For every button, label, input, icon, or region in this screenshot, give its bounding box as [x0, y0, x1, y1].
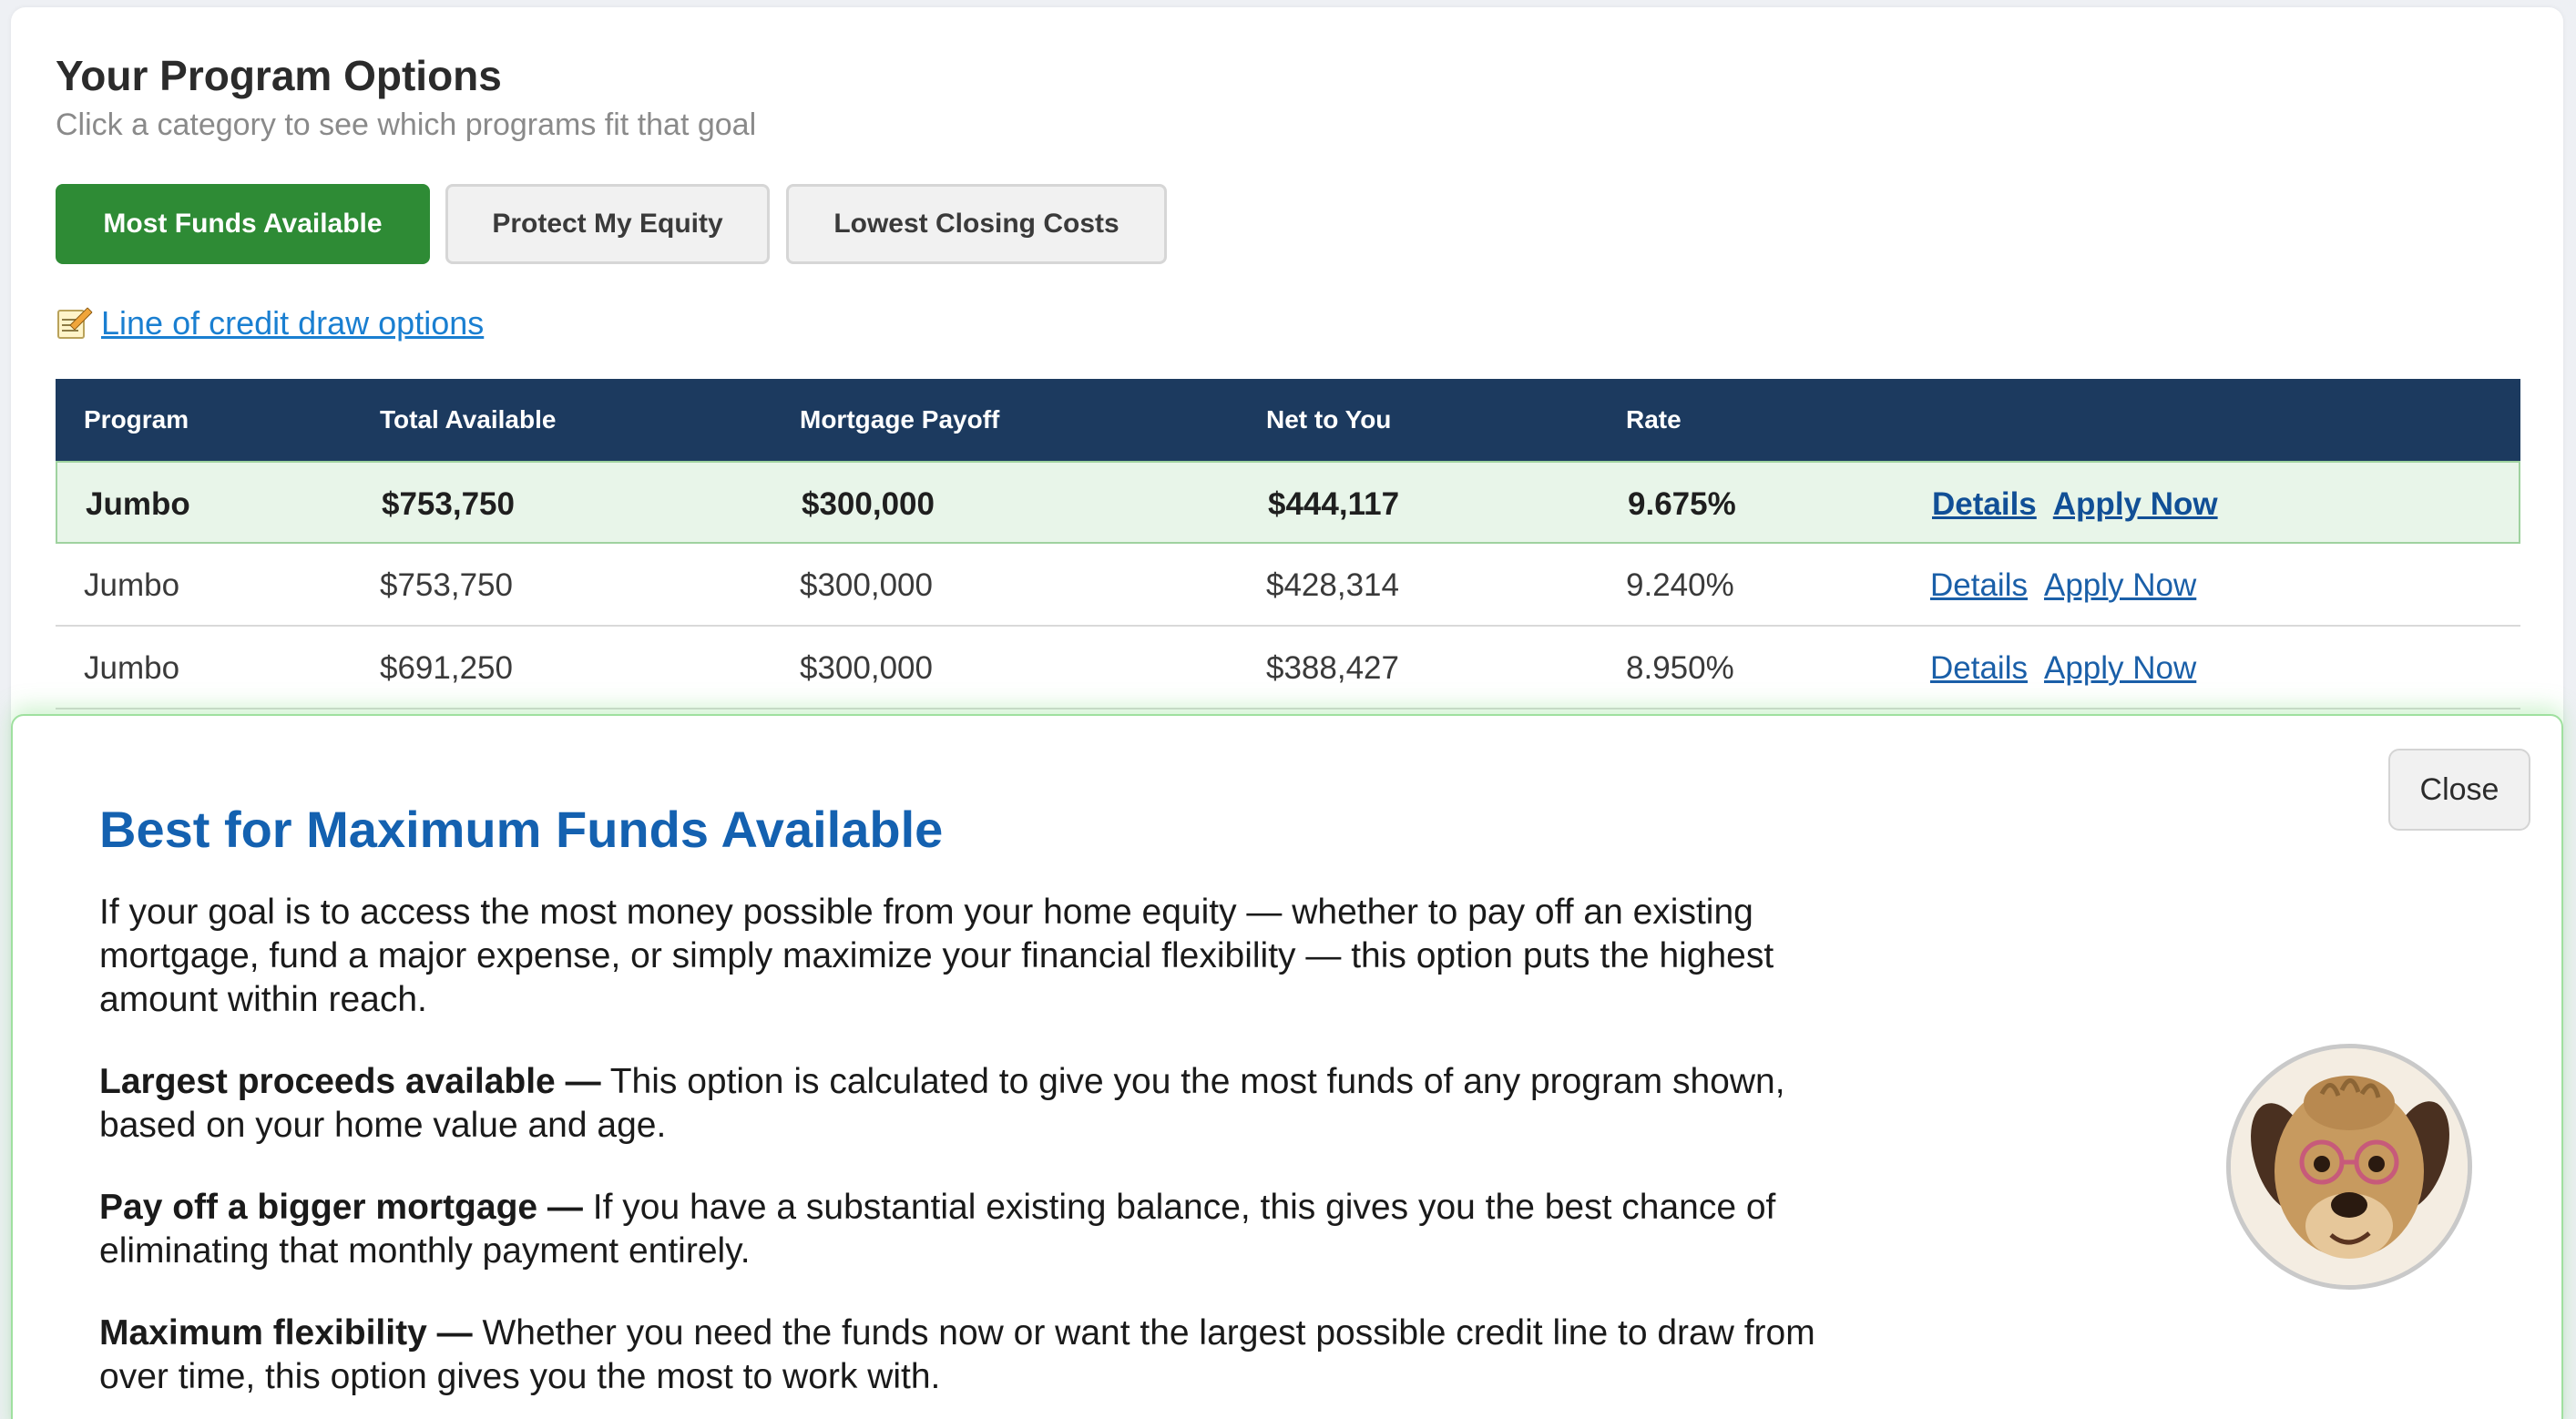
column-header-total-available: Total Available	[380, 405, 557, 434]
cell-payoff: $300,000	[800, 649, 933, 686]
cell-total: $753,750	[380, 567, 513, 603]
details-link[interactable]: Details	[1930, 650, 2028, 687]
column-header-rate: Rate	[1626, 405, 1682, 434]
panel-point: Pay off a bigger mortgage — If you have …	[99, 1186, 1876, 1273]
panel-title: Best for Maximum Funds Available	[99, 801, 944, 858]
credit-draw-options-link[interactable]: Line of credit draw options	[101, 304, 484, 342]
cell-total: $753,750	[382, 485, 515, 522]
category-lowest-closing-button[interactable]: Lowest Closing Costs	[786, 184, 1167, 264]
cell-rate: 8.950%	[1626, 649, 1734, 686]
table-row: Jumbo $691,250 $300,000 $388,427 8.950% …	[56, 627, 2520, 710]
cell-net: $444,117	[1268, 485, 1400, 522]
cell-program: Jumbo	[84, 649, 180, 686]
apply-now-link[interactable]: Apply Now	[2053, 486, 2218, 523]
table-row: Jumbo $753,750 $300,000 $444,117 9.675% …	[56, 461, 2520, 544]
cell-program: Jumbo	[84, 567, 180, 603]
memo-pencil-icon	[56, 306, 93, 341]
programs-table: Program Total Available Mortgage Payoff …	[56, 379, 2520, 710]
panel-point: Maximum flexibility — Whether you need t…	[99, 1312, 1876, 1399]
dog-mascot-avatar	[2226, 1044, 2472, 1290]
point-heading: Largest proceeds available —	[99, 1062, 601, 1101]
apply-now-link[interactable]: Apply Now	[2044, 567, 2196, 604]
cell-net: $428,314	[1266, 567, 1399, 603]
page-title: Your Program Options	[56, 52, 502, 99]
close-button[interactable]: Close	[2388, 749, 2530, 831]
row-actions: Details Apply Now	[1930, 627, 2213, 710]
table-row: Jumbo $753,750 $300,000 $428,314 9.240% …	[56, 544, 2520, 627]
credit-draw-row: Line of credit draw options	[56, 301, 484, 346]
table-header: Program Total Available Mortgage Payoff …	[56, 379, 2520, 461]
cell-payoff: $300,000	[802, 485, 935, 522]
category-most-funds-button[interactable]: Most Funds Available	[56, 184, 430, 264]
panel-point: Largest proceeds available — This option…	[99, 1060, 1876, 1148]
point-heading: Pay off a bigger mortgage —	[99, 1188, 583, 1227]
row-actions: Details Apply Now	[1932, 463, 2234, 546]
column-header-mortgage-payoff: Mortgage Payoff	[800, 405, 1000, 434]
cell-rate: 9.240%	[1626, 567, 1734, 603]
details-link[interactable]: Details	[1930, 567, 2028, 604]
dog-face-icon	[2231, 1048, 2468, 1285]
page-subtitle: Click a category to see which programs f…	[56, 107, 757, 142]
cell-payoff: $300,000	[800, 567, 933, 603]
cell-net: $388,427	[1266, 649, 1399, 686]
category-protect-equity-button[interactable]: Protect My Equity	[445, 184, 770, 264]
column-header-program: Program	[84, 405, 189, 434]
cell-total: $691,250	[380, 649, 513, 686]
details-link[interactable]: Details	[1932, 486, 2037, 523]
apply-now-link[interactable]: Apply Now	[2044, 650, 2196, 687]
category-info-panel: Close Best for Maximum Funds Available I…	[11, 714, 2563, 1419]
column-header-net-to-you: Net to You	[1266, 405, 1392, 434]
point-heading: Maximum flexibility —	[99, 1313, 473, 1353]
cell-program: Jumbo	[86, 485, 190, 522]
panel-intro: If your goal is to access the most money…	[99, 893, 1774, 1019]
row-actions: Details Apply Now	[1930, 544, 2213, 627]
panel-body: If your goal is to access the most money…	[99, 891, 1876, 1419]
cell-rate: 9.675%	[1628, 485, 1736, 522]
